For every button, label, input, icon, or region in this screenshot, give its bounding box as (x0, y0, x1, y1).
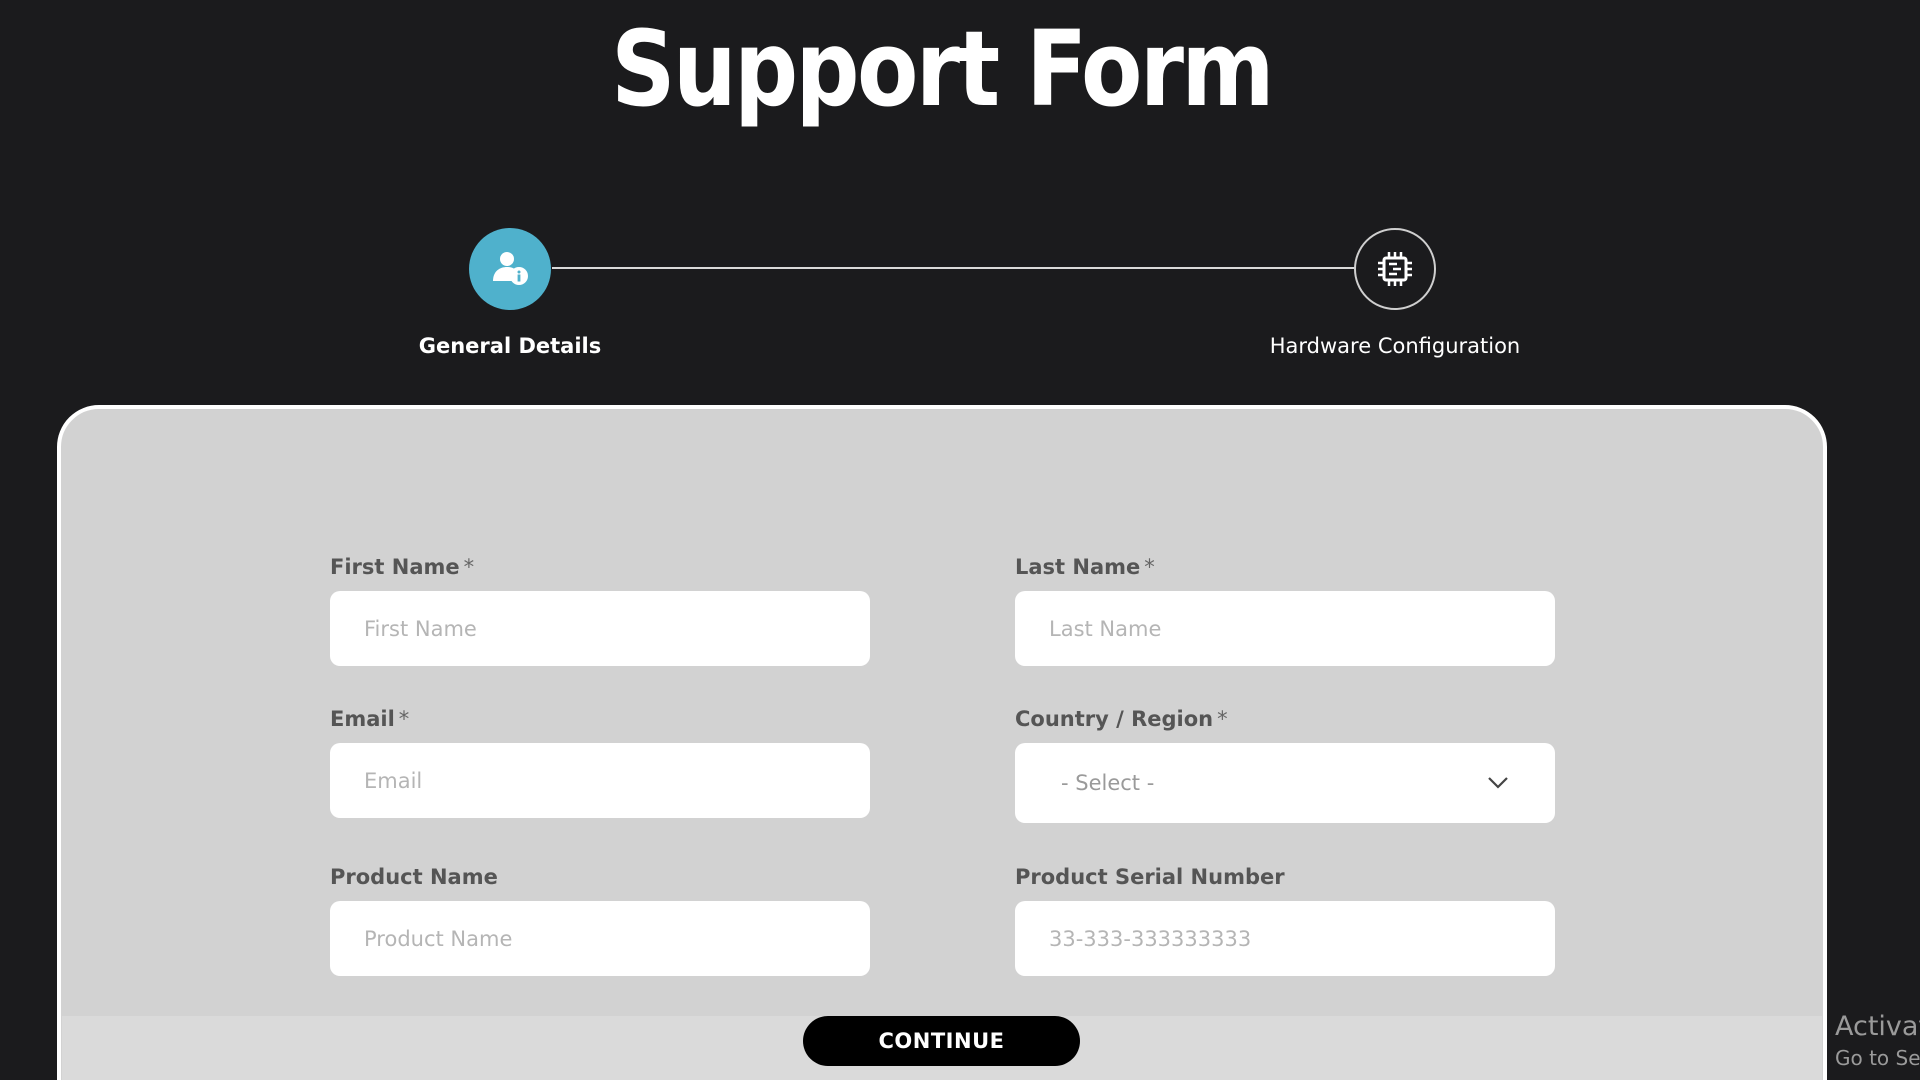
chevron-down-icon (1488, 777, 1508, 789)
page-title: Support Form (611, 8, 1274, 130)
country-region-label: Country / Region * (1015, 707, 1228, 731)
country-region-select[interactable]: - Select - (1015, 743, 1555, 823)
step-general-details[interactable] (469, 228, 551, 310)
first-name-input[interactable] (330, 591, 870, 666)
required-mark: * (463, 555, 475, 579)
required-mark: * (1144, 555, 1155, 579)
step-label-general-details: General Details (418, 334, 602, 358)
product-serial-number-label: Product Serial Number (1015, 865, 1285, 889)
last-name-label: Last Name * (1015, 555, 1155, 579)
required-mark: * (1217, 707, 1228, 731)
activation-watermark-subtitle: Go to Set (1835, 1046, 1920, 1070)
first-name-label: First Name * (330, 555, 475, 579)
support-form-page: Support Form General Details Hardware Co… (0, 0, 1920, 1080)
product-name-input[interactable] (330, 901, 870, 976)
product-serial-number-input[interactable] (1015, 901, 1555, 976)
activation-watermark-title: Activat (1835, 1011, 1920, 1042)
last-name-input[interactable] (1015, 591, 1555, 666)
country-region-selected-value: - Select - (1061, 771, 1155, 795)
required-mark: * (398, 707, 410, 731)
email-input[interactable] (330, 743, 870, 818)
step-label-hardware-configuration: Hardware Configuration (1269, 334, 1521, 358)
form-card (57, 405, 1827, 1080)
user-info-icon (493, 252, 528, 285)
chip-icon (1378, 252, 1412, 286)
continue-button[interactable]: CONTINUE (803, 1016, 1080, 1066)
product-name-label: Product Name (330, 865, 498, 889)
step-hardware-configuration[interactable] (1354, 228, 1436, 310)
stepper-progress-line (552, 267, 1355, 269)
email-label: Email * (330, 707, 410, 731)
